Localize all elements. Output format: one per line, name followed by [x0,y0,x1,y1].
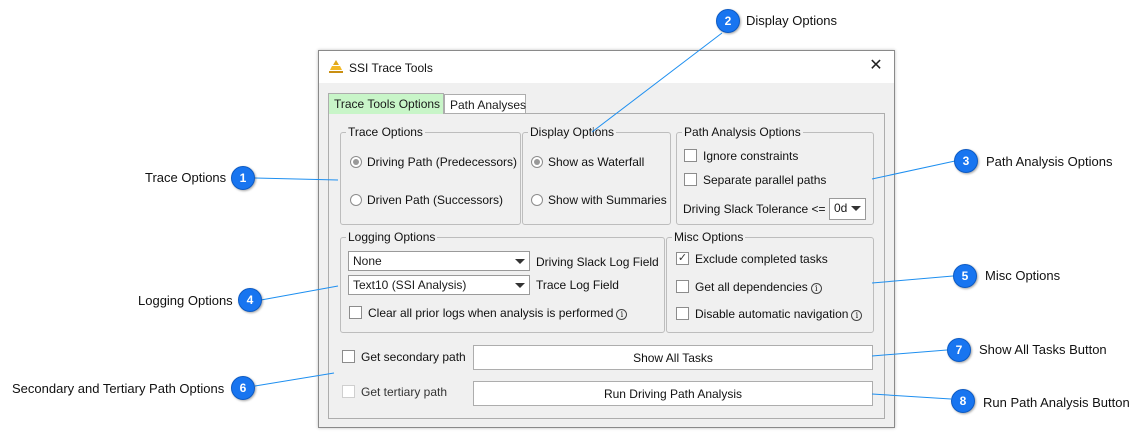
display-options-legend: Display Options [530,125,615,139]
clear-logs-checkbox[interactable] [349,306,362,319]
clear-logs-text: Clear all prior logs when analysis is pe… [368,306,614,320]
callout-badge-8: 8 [951,389,975,413]
driving-slack-log-field-label: Driving Slack Log Field [536,255,659,269]
window-title: SSI Trace Tools [349,61,433,75]
get-all-dependencies-text: Get all dependencies [695,280,808,294]
driving-slack-tolerance-label: Driving Slack Tolerance <= [683,202,826,216]
ignore-constraints-label[interactable]: Ignore constraints [703,149,798,163]
exclude-completed-tasks-checkbox[interactable]: ✓ [676,252,689,265]
callout-badge-6: 6 [231,376,255,400]
show-waterfall-label[interactable]: Show as Waterfall [548,155,644,169]
trace-options-group: Trace Options [340,125,521,225]
callout-badge-1: 1 [231,166,255,190]
tab-path-analyses[interactable]: Path Analyses [444,94,526,114]
path-analysis-options-legend: Path Analysis Options [684,125,801,139]
misc-options-legend: Misc Options [674,230,744,244]
callout-label-1: Trace Options [145,170,227,185]
callout-label-2: Display Options [746,13,838,28]
callout-badge-4: 4 [238,288,262,312]
info-icon[interactable]: i [851,310,863,321]
chevron-down-icon [515,259,525,264]
run-driving-path-analysis-button[interactable]: Run Driving Path Analysis [473,381,873,406]
trace-log-field-label: Trace Log Field [536,278,619,292]
separate-parallel-paths-label[interactable]: Separate parallel paths [703,173,826,187]
logging-options-legend: Logging Options [348,230,436,244]
ssi-logo-icon [329,60,343,73]
separate-parallel-paths-checkbox[interactable] [684,173,697,186]
disable-navigation-text: Disable automatic navigation [695,307,849,321]
callout-label-5: Misc Options [985,268,1061,283]
callout-badge-5: 5 [953,264,977,288]
driving-slack-log-field-select[interactable]: None [348,251,530,271]
trace-log-field-select[interactable]: Text10 (SSI Analysis) [348,275,530,295]
show-summaries-radio[interactable] [531,194,543,206]
chevron-down-icon [851,206,861,211]
ignore-constraints-checkbox[interactable] [684,149,697,162]
clear-logs-label[interactable]: Clear all prior logs when analysis is pe… [368,306,628,320]
exclude-completed-tasks-label[interactable]: Exclude completed tasks [695,252,828,266]
secondary-path-checkbox[interactable] [342,350,355,363]
get-all-dependencies-label[interactable]: Get all dependencies i [695,280,822,294]
show-waterfall-radio[interactable] [531,156,543,168]
disable-navigation-checkbox[interactable] [676,307,689,320]
driving-slack-tolerance-value: 0d [834,201,848,215]
driving-slack-log-field-value: None [353,254,382,268]
help-screenshot: Trace Options 1 2 Display Options 3 Path… [0,0,1148,437]
callout-label-3: Path Analysis Options [986,154,1113,169]
show-all-tasks-button[interactable]: Show All Tasks [473,345,873,370]
display-options-group: Display Options [522,125,671,225]
info-icon[interactable]: i [810,283,822,294]
info-icon[interactable]: i [616,309,628,320]
tab-panel-trace-tools-options: Trace Options Driving Path (Predecessors… [328,113,885,419]
tertiary-path-checkbox[interactable] [342,385,355,398]
chevron-down-icon [515,283,525,288]
get-all-dependencies-checkbox[interactable] [676,280,689,293]
driven-path-label[interactable]: Driven Path (Successors) [367,193,503,207]
title-bar[interactable]: SSI Trace Tools ✕ [319,51,894,83]
show-summaries-label[interactable]: Show with Summaries [548,193,667,207]
tab-trace-tools-options[interactable]: Trace Tools Options [328,93,444,114]
secondary-path-label[interactable]: Get secondary path [361,350,466,364]
callout-label-6: Secondary and Tertiary Path Options [12,381,225,396]
driven-path-radio[interactable] [350,194,362,206]
trace-options-legend: Trace Options [348,125,423,139]
disable-navigation-label[interactable]: Disable automatic navigation i [695,307,863,321]
close-icon[interactable]: ✕ [868,58,884,74]
tertiary-path-label[interactable]: Get tertiary path [361,385,447,399]
callout-label-7: Show All Tasks Button [979,342,1107,357]
driving-path-radio[interactable] [350,156,362,168]
callout-label-8: Run Path Analysis Button [983,395,1130,410]
callout-badge-7: 7 [947,338,971,362]
driving-slack-tolerance-select[interactable]: 0d [829,198,866,220]
callout-badge-2: 2 [716,9,740,33]
ssi-trace-tools-dialog: SSI Trace Tools ✕ Trace Tools Options Pa… [318,50,895,428]
callout-badge-3: 3 [954,149,978,173]
driving-path-label[interactable]: Driving Path (Predecessors) [367,155,517,169]
callout-label-4: Logging Options [138,293,233,308]
trace-log-field-value: Text10 (SSI Analysis) [353,278,467,292]
